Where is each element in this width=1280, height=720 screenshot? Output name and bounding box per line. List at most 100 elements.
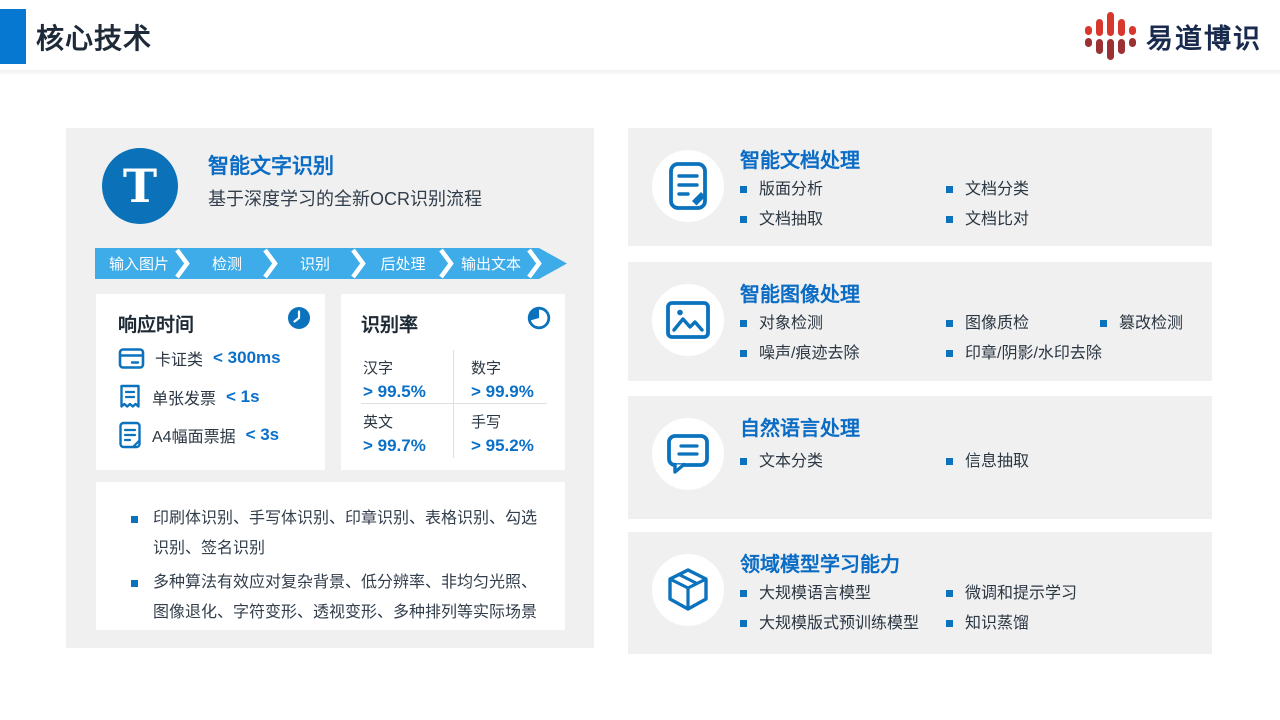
panel-icon-circle <box>652 554 724 626</box>
header-divider <box>0 70 1280 76</box>
bullet-square-icon <box>1100 320 1107 327</box>
accuracy-label: 汉字 <box>363 357 453 378</box>
flow-step: 检测 <box>183 248 271 279</box>
flow-step: 输入图片 <box>95 248 183 279</box>
feature-label: 文档比对 <box>965 210 1029 230</box>
page-title: 核心技术 <box>36 17 152 57</box>
panel-title: 自然语言处理 <box>740 412 860 441</box>
clock-icon <box>287 306 311 330</box>
feature-label: 篡改检测 <box>1119 314 1183 334</box>
flow-step: 识别 <box>271 248 359 279</box>
accuracy-cell: 汉字 > 99.5% <box>361 350 454 404</box>
chevron-separator-icon <box>263 248 279 279</box>
feature-item: 文档抽取 <box>740 210 823 230</box>
response-row: 单张发票 < 1s <box>118 384 260 410</box>
panel-icon-circle <box>652 284 724 356</box>
feature-item: 文档比对 <box>946 210 1029 230</box>
feature-label: 版面分析 <box>759 180 823 200</box>
logo-bar-column <box>1129 26 1136 47</box>
chevron-separator-icon <box>351 248 367 279</box>
logo-bar-column <box>1107 12 1114 60</box>
bullet-square-icon <box>946 458 953 465</box>
invoice-icon <box>118 384 142 410</box>
feature-item: 信息抽取 <box>946 452 1029 472</box>
feature-item: 对象检测 <box>740 314 859 334</box>
response-value: < 300ms <box>213 348 281 368</box>
feature-label: 文本分类 <box>759 452 823 472</box>
accuracy-cell: 数字 > 99.9% <box>454 350 547 404</box>
bullet-square-icon <box>131 516 138 523</box>
feature-label: 信息抽取 <box>965 452 1029 472</box>
flow-step: 输出文本 <box>447 248 535 279</box>
slide: 核心技术 易道博识 T 智能文字识别 基于深度学习的全新OCR识别流程 输入图片… <box>0 0 1280 720</box>
panel-column: 微调和提示学习 知识蒸馏 <box>946 584 1077 634</box>
feature-label: 对象检测 <box>759 314 823 334</box>
feature-label: 噪声/痕迹去除 <box>759 344 859 364</box>
bullet-square-icon <box>740 458 747 465</box>
card-title: 识别率 <box>361 310 418 337</box>
header: 核心技术 易道博识 <box>0 0 1280 70</box>
panel-icon-circle <box>652 150 724 222</box>
feature-label: 微调和提示学习 <box>965 584 1077 604</box>
bullet-square-icon <box>740 320 747 327</box>
accuracy-value: > 99.5% <box>363 382 453 402</box>
accuracy-grid: 汉字 > 99.5% 数字 > 99.9% 英文 > 99.7% 手写 > 95… <box>361 350 547 458</box>
panel-model-learning: 领域模型学习能力 大规模语言模型 大规模版式预训练模型 微调和提示学习 知识蒸馏 <box>628 532 1212 654</box>
feature-label: 大规模版式预训练模型 <box>759 614 919 634</box>
panel-column: 篡改检测 <box>1100 314 1183 334</box>
logo-icon <box>1085 8 1136 64</box>
bullet-square-icon <box>131 580 138 587</box>
panel-title: 智能文字识别 <box>208 150 334 180</box>
letter-t-icon: T <box>123 163 157 209</box>
bullet-square-icon <box>740 590 747 597</box>
image-icon <box>666 301 710 339</box>
ocr-flow-bar: 输入图片 检测 识别 后处理 输出文本 <box>95 248 567 279</box>
feature-label: 文档抽取 <box>759 210 823 230</box>
accuracy-card: 识别率 汉字 > 99.5% 数字 > 99.9% 英文 > 99.7% <box>341 294 565 470</box>
accuracy-cell: 英文 > 99.7% <box>361 404 454 458</box>
chevron-separator-icon <box>527 248 543 279</box>
feature-label: 知识蒸馏 <box>965 614 1029 634</box>
panel-column: 文档分类 文档比对 <box>946 180 1029 230</box>
panel-image-processing: 智能图像处理 对象检测 噪声/痕迹去除 图像质检 印章/阴影/水印去除 篡改检测 <box>628 262 1212 381</box>
list-item: 多种算法有效应对复杂背景、低分辨率、非均匀光照、图像退化、字符变形、透视变形、多… <box>131 568 539 628</box>
response-time-card: 响应时间 卡证类 < 300ms 单张发票 <box>96 294 325 470</box>
response-value: < 1s <box>226 387 260 407</box>
document-icon <box>118 421 142 449</box>
feature-label: 文档分类 <box>965 180 1029 200</box>
text-recognition-icon: T <box>102 148 178 224</box>
bullet-square-icon <box>946 320 953 327</box>
panel-nlp: 自然语言处理 文本分类 信息抽取 <box>628 396 1212 519</box>
logo-bar-column <box>1118 19 1125 54</box>
response-label: 卡证类 <box>155 346 203 370</box>
accuracy-label: 手写 <box>471 411 547 432</box>
panel-title: 智能图像处理 <box>740 278 860 307</box>
accuracy-label: 英文 <box>363 411 453 432</box>
bullet-square-icon <box>740 620 747 627</box>
panel-title: 领域模型学习能力 <box>740 548 900 577</box>
response-label: A4幅面票据 <box>152 423 236 447</box>
accuracy-label: 数字 <box>471 357 547 378</box>
chevron-separator-icon <box>439 248 455 279</box>
feature-item: 噪声/痕迹去除 <box>740 344 859 364</box>
feature-item: 版面分析 <box>740 180 823 200</box>
list-item: 印刷体识别、手写体识别、印章识别、表格识别、勾选识别、签名识别 <box>131 504 539 564</box>
feature-label: 图像质检 <box>965 314 1029 334</box>
accuracy-value: > 99.7% <box>363 436 453 456</box>
feature-item: 微调和提示学习 <box>946 584 1077 604</box>
logo-bar-column <box>1096 19 1103 54</box>
accuracy-value: > 99.9% <box>471 382 547 402</box>
bullet-square-icon <box>740 186 747 193</box>
flow-steps: 输入图片 检测 识别 后处理 输出文本 <box>95 248 535 279</box>
title-accent-bar <box>0 9 26 64</box>
chat-icon <box>667 434 709 474</box>
panel-document-processing: 智能文档处理 版面分析 文档抽取 文档分类 文档比对 <box>628 128 1212 246</box>
panel-column: 版面分析 文档抽取 <box>740 180 823 230</box>
response-value: < 3s <box>246 425 280 445</box>
logo-bar-column <box>1085 26 1092 47</box>
feature-item: 图像质检 <box>946 314 1102 334</box>
response-row: A4幅面票据 < 3s <box>118 421 279 449</box>
accuracy-cell: 手写 > 95.2% <box>454 404 547 458</box>
bullet-square-icon <box>946 350 953 357</box>
chevron-separator-icon <box>175 248 191 279</box>
